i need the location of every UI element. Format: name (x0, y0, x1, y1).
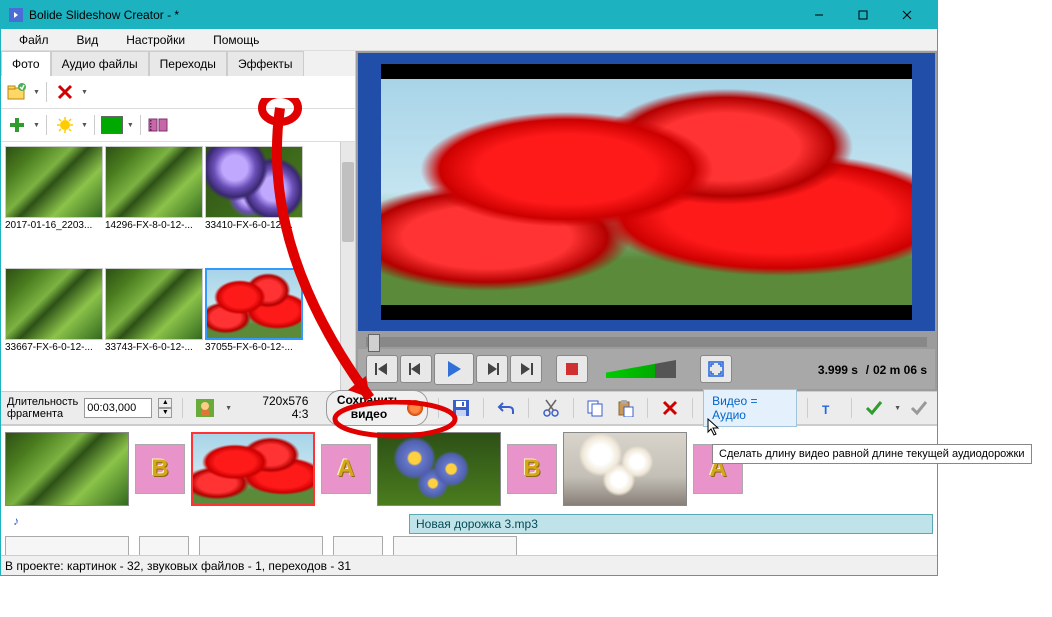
flash-icon[interactable] (53, 113, 77, 137)
thumb-label: 14296-FX-8-0-12-... (105, 218, 203, 233)
thumb-0[interactable] (5, 146, 103, 218)
duration-up[interactable]: ▲ (158, 398, 172, 408)
duration-input[interactable] (84, 398, 152, 418)
timeline-transition-0[interactable]: B (135, 444, 185, 494)
svg-text:T: T (822, 403, 830, 417)
audio-note-icon: ♪ (13, 514, 19, 528)
prev-button[interactable] (400, 355, 432, 383)
timeline-clip-partial-0[interactable] (5, 536, 129, 555)
delete-icon[interactable] (53, 80, 77, 104)
thumb-label: 33743-FX-6-0-12-... (105, 340, 203, 355)
timeline-clip-partial-2[interactable] (393, 536, 517, 555)
media-toolbar-2: ▼ ▼ ▼ (1, 109, 355, 142)
thumb-1[interactable] (105, 146, 203, 218)
media-toolbar: ▼ ▼ (1, 76, 355, 109)
media-tabs: Фото Аудио файлы Переходы Эффекты (1, 51, 355, 76)
first-button[interactable] (366, 355, 398, 383)
timeline-trans-partial[interactable] (139, 536, 189, 555)
cut-icon[interactable] (539, 395, 563, 421)
thumb-4[interactable] (105, 268, 203, 340)
tab-audio[interactable]: Аудио файлы (51, 51, 149, 76)
titlebar: Bolide Slideshow Creator - * (1, 1, 937, 29)
status-text: В проекте: картинок - 32, звуковых файло… (5, 559, 351, 573)
timeline-clip-partial-1[interactable] (199, 536, 323, 555)
check-grey-icon[interactable] (907, 395, 931, 421)
add-dropdown[interactable]: ▼ (33, 122, 40, 129)
save-icon[interactable] (449, 395, 473, 421)
timeline-clip-2[interactable] (377, 432, 501, 506)
delete-dropdown[interactable]: ▼ (81, 89, 88, 96)
duration-label: Длительность фрагмента (7, 396, 78, 420)
color-dropdown[interactable]: ▼ (127, 122, 134, 129)
seek-slider[interactable] (366, 337, 927, 347)
tab-transitions[interactable]: Переходы (149, 51, 227, 76)
text-icon[interactable]: T (817, 395, 841, 421)
volume-slider[interactable] (606, 360, 676, 378)
tooltip: Сделать длину видео равной длине текущей… (712, 444, 1032, 464)
save-video-button[interactable]: Сохранитьвидео (326, 390, 428, 426)
scrollbar[interactable] (340, 142, 355, 391)
thumb-label: 33410-FX-6-0-12-... (205, 218, 303, 233)
timeline-transition-1[interactable]: A (321, 444, 371, 494)
face-icon[interactable] (193, 395, 217, 421)
maximize-button[interactable] (841, 1, 885, 29)
timeline-clip-1[interactable] (191, 432, 315, 506)
thumbnail-grid: 2017-01-16_2203... 14296-FX-8-0-12-... 3… (1, 142, 340, 391)
film-icon[interactable] (147, 113, 171, 137)
duration-down[interactable]: ▼ (158, 408, 172, 418)
fullscreen-button[interactable] (700, 355, 732, 383)
statusbar: В проекте: картинок - 32, звуковых файло… (1, 555, 937, 575)
audio-track[interactable]: Новая дорожка 3.mp3 (409, 514, 933, 534)
menu-view[interactable]: Вид (63, 30, 113, 50)
thumb-label: 33667-FX-6-0-12-... (5, 340, 103, 355)
close-button[interactable] (885, 1, 929, 29)
audio-track-label: Новая дорожка 3.mp3 (416, 517, 538, 531)
copy-icon[interactable] (584, 395, 608, 421)
playback-controls: 3.999 s / 02 m 06 s (358, 349, 935, 389)
minimize-button[interactable] (797, 1, 841, 29)
delete-x-icon[interactable] (658, 395, 682, 421)
paste-icon[interactable] (613, 395, 637, 421)
timeline-clip-3[interactable] (563, 432, 687, 506)
thumb-3[interactable] (5, 268, 103, 340)
preview-area (358, 53, 935, 331)
window-title: Bolide Slideshow Creator - * (29, 8, 797, 22)
thumb-2[interactable] (205, 146, 303, 218)
thumb-5[interactable] (205, 268, 303, 340)
flash-dropdown[interactable]: ▼ (81, 122, 88, 129)
next-button[interactable] (476, 355, 508, 383)
add-icon[interactable] (5, 113, 29, 137)
timeline-clip-0[interactable] (5, 432, 129, 506)
folder-dropdown[interactable]: ▼ (33, 89, 40, 96)
tab-photo[interactable]: Фото (1, 51, 51, 76)
tab-effects[interactable]: Эффекты (227, 51, 304, 76)
face-dropdown[interactable]: ▼ (225, 405, 232, 412)
play-button[interactable] (434, 353, 474, 385)
preview-video (381, 64, 912, 320)
timeline-toolbar: Длительность фрагмента ▲▼ ▼ 720x5764:3 С… (1, 391, 937, 425)
time-display: 3.999 s / 02 m 06 s (818, 361, 927, 377)
check-icon[interactable] (862, 395, 886, 421)
menu-file[interactable]: Файл (5, 30, 63, 50)
timeline-trans-partial[interactable] (333, 536, 383, 555)
preview-size: 720x5764:3 (262, 395, 308, 421)
last-button[interactable] (510, 355, 542, 383)
video-equal-audio-button[interactable]: Видео = Аудио (703, 389, 796, 427)
timeline-transition-2[interactable]: B (507, 444, 557, 494)
menu-help[interactable]: Помощь (199, 30, 273, 50)
menu-settings[interactable]: Настройки (112, 30, 199, 50)
color-swatch[interactable] (101, 116, 123, 134)
thumb-label: 2017-01-16_2203... (5, 218, 103, 233)
undo-icon[interactable] (494, 395, 518, 421)
open-folder-icon[interactable] (5, 80, 29, 104)
app-icon (9, 8, 23, 22)
thumb-label: 37055-FX-6-0-12-... (205, 340, 303, 355)
check-dropdown[interactable]: ▼ (894, 405, 901, 412)
menubar: Файл Вид Настройки Помощь (1, 29, 937, 51)
stop-button[interactable] (556, 355, 588, 383)
